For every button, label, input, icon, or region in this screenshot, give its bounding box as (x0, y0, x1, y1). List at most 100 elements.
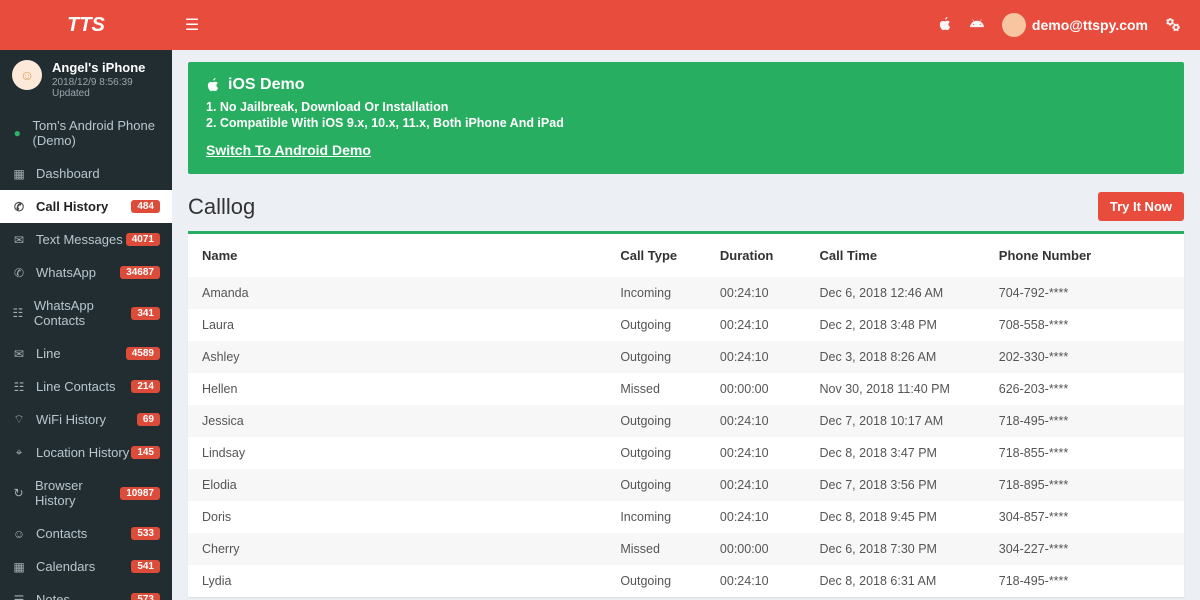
cell-name: Hellen (188, 373, 606, 405)
android-icon[interactable] (970, 17, 984, 34)
sidebar-item-label: Tom's Android Phone (Demo) (33, 118, 160, 148)
sidebar-badge: 4071 (126, 233, 160, 246)
cell-name: Cherry (188, 533, 606, 565)
user-email: demo@ttspy.com (1032, 17, 1148, 33)
sidebar-icon: ↻ (12, 486, 25, 500)
cell-phone: 718-895-**** (985, 469, 1184, 501)
cell-duration: 00:24:10 (706, 469, 806, 501)
cell-phone: 718-495-**** (985, 565, 1184, 597)
current-device[interactable]: ☺ Angel's iPhone 2018/12/9 8:56:39 Updat… (0, 50, 172, 109)
sidebar-badge: 69 (137, 413, 160, 426)
device-updated: 2018/12/9 8:56:39 Updated (52, 77, 160, 99)
sidebar-badge: 4589 (126, 347, 160, 360)
cell-time: Dec 6, 2018 12:46 AM (806, 277, 985, 309)
sidebar-icon: ✆ (12, 266, 26, 280)
col-time: Call Time (806, 234, 985, 277)
cell-duration: 00:24:10 (706, 309, 806, 341)
cell-type: Missed (606, 533, 706, 565)
sidebar-item-whatsapp-contacts[interactable]: ☷ WhatsApp Contacts341 (0, 289, 172, 337)
sidebar-item-location-history[interactable]: ⌖Location History145 (0, 436, 172, 469)
sidebar-badge: 10987 (120, 487, 160, 500)
sidebar-item-notes[interactable]: ☰Notes573 (0, 583, 172, 600)
sidebar-item-label: Location History (36, 445, 129, 460)
sidebar-item-line[interactable]: ✉Line4589 (0, 337, 172, 370)
sidebar-item-calendars[interactable]: ▦Calendars541 (0, 550, 172, 583)
android-bullet-icon: ● (12, 126, 23, 140)
cell-name: Ashley (188, 341, 606, 373)
avatar-icon (1002, 13, 1026, 37)
settings-icon[interactable] (1166, 16, 1182, 35)
sidebar-icon: ✆ (12, 200, 26, 214)
sidebar-item-label: WhatsApp (36, 265, 96, 280)
sidebar-item-label: WhatsApp Contacts (34, 298, 131, 328)
sidebar-icon: ☷ (12, 306, 24, 320)
switch-demo-link[interactable]: Switch To Android Demo (206, 142, 371, 158)
sidebar-item-wifi-history[interactable]: ⌔WiFi History69 (0, 403, 172, 436)
cell-name: Elodia (188, 469, 606, 501)
cell-duration: 00:24:10 (706, 501, 806, 533)
main-content: iOS Demo 1. No Jailbreak, Download Or In… (172, 50, 1200, 600)
cell-phone: 704-792-**** (985, 277, 1184, 309)
sidebar-item-whatsapp[interactable]: ✆ WhatsApp 34687 (0, 256, 172, 289)
content-header: Calllog Try It Now (188, 192, 1184, 221)
try-it-button[interactable]: Try It Now (1098, 192, 1184, 221)
sidebar-badge: 341 (131, 307, 160, 320)
sidebar-badge: 214 (131, 380, 160, 393)
table-row[interactable]: LauraOutgoing00:24:10Dec 2, 2018 3:48 PM… (188, 309, 1184, 341)
sidebar-item-label: Contacts (36, 526, 87, 541)
cell-time: Dec 2, 2018 3:48 PM (806, 309, 985, 341)
sidebar-badge: 34687 (120, 266, 160, 279)
cell-name: Laura (188, 309, 606, 341)
menu-toggle-icon[interactable]: ☰ (172, 15, 212, 35)
apple-icon[interactable] (938, 17, 952, 34)
sidebar-item-other-device[interactable]: ● Tom's Android Phone (Demo) (0, 109, 172, 157)
sidebar-item-dashboard[interactable]: ▦Dashboard (0, 157, 172, 190)
sidebar-icon: ☷ (12, 380, 26, 394)
brand-logo[interactable]: TTS (0, 14, 172, 37)
sidebar-icon: ✉ (12, 347, 26, 361)
sidebar-item-line-contacts[interactable]: ☷ Line Contacts 214 (0, 370, 172, 403)
device-name: Angel's iPhone (52, 60, 160, 75)
sidebar-badge: 573 (131, 593, 160, 600)
table-row[interactable]: LydiaOutgoing00:24:10Dec 8, 2018 6:31 AM… (188, 565, 1184, 597)
cell-time: Nov 30, 2018 11:40 PM (806, 373, 985, 405)
table-row[interactable]: DorisIncoming00:24:10Dec 8, 2018 9:45 PM… (188, 501, 1184, 533)
cell-phone: 626-203-**** (985, 373, 1184, 405)
sidebar-icon: ▦ (12, 167, 26, 181)
sidebar-item-label: WiFi History (36, 412, 106, 427)
cell-time: Dec 8, 2018 3:47 PM (806, 437, 985, 469)
user-menu[interactable]: demo@ttspy.com (1002, 13, 1148, 37)
sidebar-item-contacts[interactable]: ☺Contacts533 (0, 517, 172, 550)
table-row[interactable]: AmandaIncoming00:24:10Dec 6, 2018 12:46 … (188, 277, 1184, 309)
cell-type: Outgoing (606, 309, 706, 341)
table-row[interactable]: JessicaOutgoing00:24:10Dec 7, 2018 10:17… (188, 405, 1184, 437)
device-avatar-icon: ☺ (12, 60, 42, 90)
sidebar: ☺ Angel's iPhone 2018/12/9 8:56:39 Updat… (0, 50, 172, 600)
sidebar-badge: 484 (131, 200, 160, 213)
table-row[interactable]: CherryMissed00:00:00Dec 6, 2018 7:30 PM3… (188, 533, 1184, 565)
cell-type: Outgoing (606, 469, 706, 501)
cell-type: Outgoing (606, 341, 706, 373)
sidebar-item-label: Text Messages (36, 232, 123, 247)
sidebar-item-label: Notes (36, 592, 70, 600)
sidebar-item-browser-history[interactable]: ↻ Browser History10987 (0, 469, 172, 517)
banner-line1: 1. No Jailbreak, Download Or Installatio… (206, 100, 1166, 114)
cell-duration: 00:24:10 (706, 277, 806, 309)
cell-duration: 00:24:10 (706, 405, 806, 437)
sidebar-item-label: Line Contacts (36, 379, 116, 394)
sidebar-item-call-history[interactable]: ✆Call History484 (0, 190, 172, 223)
table-row[interactable]: ElodiaOutgoing00:24:10Dec 7, 2018 3:56 P… (188, 469, 1184, 501)
cell-name: Doris (188, 501, 606, 533)
table-row[interactable]: AshleyOutgoing00:24:10Dec 3, 2018 8:26 A… (188, 341, 1184, 373)
sidebar-item-text-messages[interactable]: ✉Text Messages4071 (0, 223, 172, 256)
sidebar-icon: ▦ (12, 560, 26, 574)
page-title: Calllog (188, 194, 255, 220)
cell-time: Dec 7, 2018 3:56 PM (806, 469, 985, 501)
cell-name: Jessica (188, 405, 606, 437)
table-row[interactable]: LindsayOutgoing00:24:10Dec 8, 2018 3:47 … (188, 437, 1184, 469)
table-row[interactable]: HellenMissed00:00:00Nov 30, 2018 11:40 P… (188, 373, 1184, 405)
cell-duration: 00:24:10 (706, 565, 806, 597)
sidebar-nav: ● Tom's Android Phone (Demo) ▦Dashboard✆Ca… (0, 109, 172, 600)
cell-time: Dec 8, 2018 6:31 AM (806, 565, 985, 597)
sidebar-item-label: Browser History (35, 478, 120, 508)
